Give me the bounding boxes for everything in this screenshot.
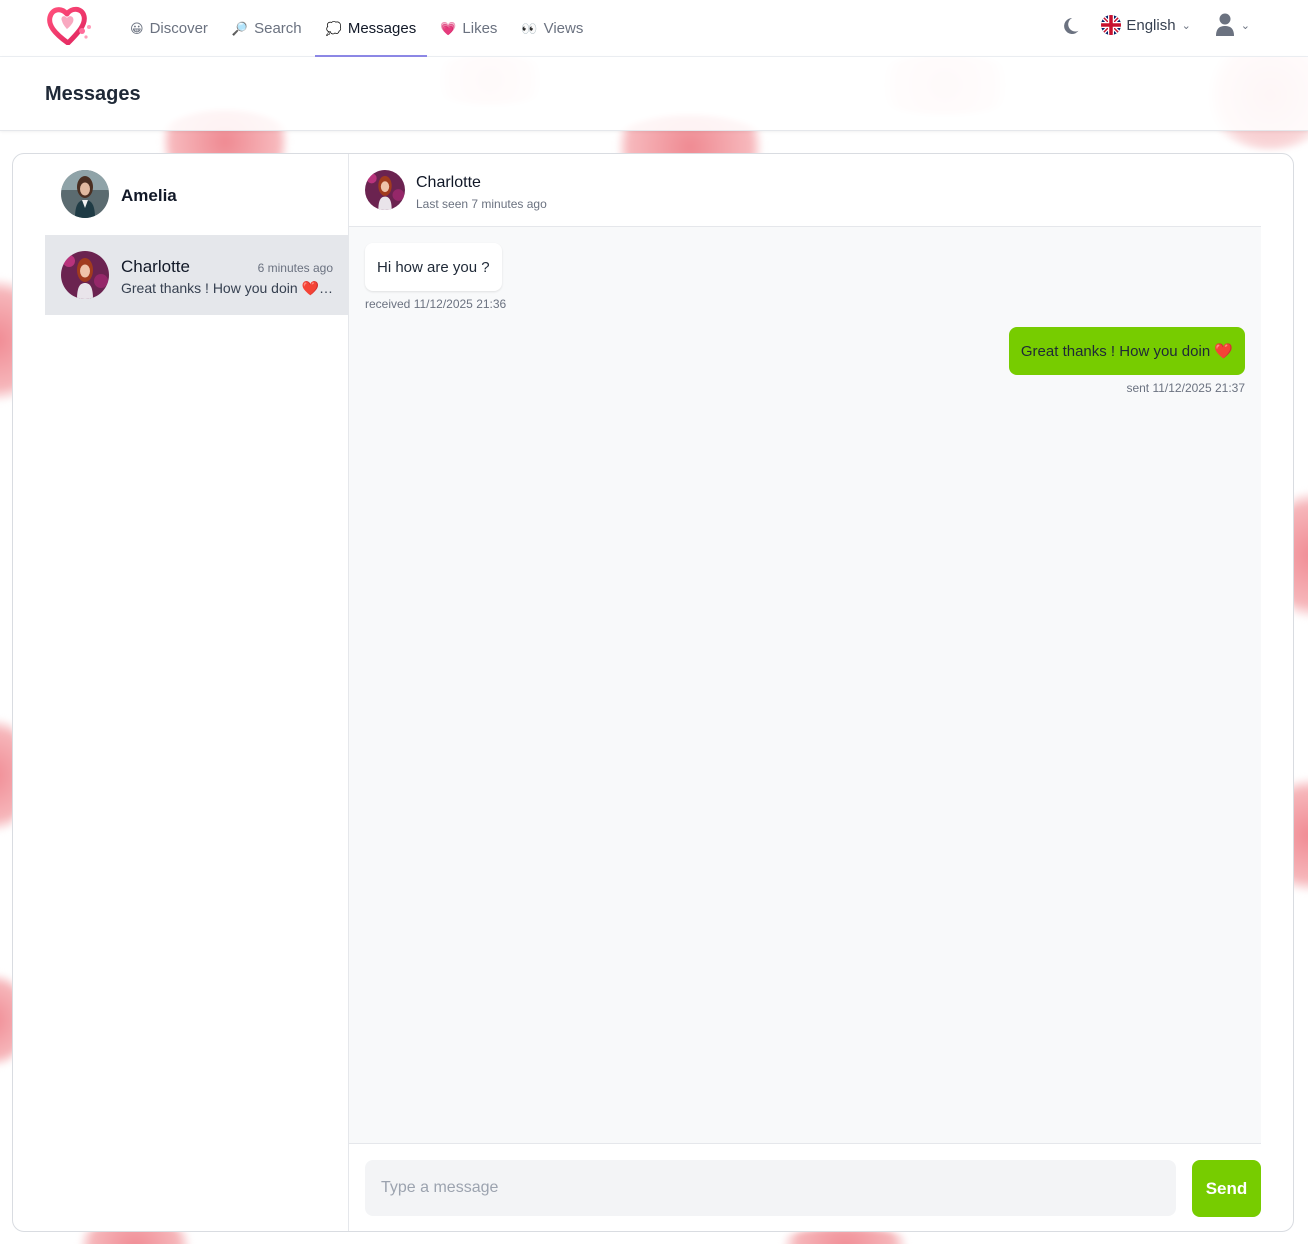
uk-flag-icon	[1101, 15, 1122, 35]
chat-contact-name[interactable]: Charlotte	[416, 174, 481, 192]
main-nav: 😀 Discover 🔎 Search 💭 Messages 💗 Likes 👀…	[130, 0, 596, 57]
chevron-down-icon: ⌄	[1240, 19, 1250, 32]
avatar	[61, 251, 109, 299]
language-selector[interactable]: English ⌄	[1101, 15, 1191, 35]
heart-logo-icon[interactable]	[46, 5, 94, 45]
messages-panel: Amelia Charlotte 6 minutes ago Great tha…	[12, 153, 1294, 1232]
user-icon	[1215, 13, 1234, 36]
nav-search[interactable]: 🔎 Search	[221, 0, 313, 57]
conversation-preview: Great thanks ! How you doin ❤️ ...	[121, 280, 333, 296]
send-button[interactable]: Send	[1192, 1160, 1261, 1217]
chat-window: Charlotte Last seen 7 minutes ago Hi how…	[349, 154, 1261, 1231]
sent-message: Great thanks ! How you doin ❤️	[1008, 327, 1245, 375]
conversation-item-amelia[interactable]: Amelia	[45, 154, 349, 234]
nav-search-label: Search	[254, 20, 302, 37]
magnifier-icon: 🔎	[231, 20, 249, 36]
conversation-list: Amelia Charlotte 6 minutes ago Great tha…	[13, 154, 349, 1231]
language-label: English	[1126, 16, 1176, 34]
nav-discover[interactable]: 😀 Discover	[130, 0, 219, 57]
top-navbar: 😀 Discover 🔎 Search 💭 Messages 💗 Likes 👀…	[0, 0, 1308, 57]
smiley-icon: 😀	[130, 20, 144, 36]
conversation-name: Amelia	[121, 186, 177, 205]
last-seen-status: Last seen 7 minutes ago	[416, 197, 547, 211]
eyes-icon: 👀	[521, 20, 538, 36]
message-thread: Hi how are you ? received 11/12/2025 21:…	[349, 227, 1261, 1143]
avatar	[61, 170, 109, 218]
conversation-item-charlotte[interactable]: Charlotte 6 minutes ago Great thanks ! H…	[45, 235, 349, 315]
nav-likes[interactable]: 💗 Likes	[429, 0, 508, 57]
conversation-name: Charlotte	[121, 257, 190, 276]
nav-views-label: Views	[543, 20, 584, 37]
user-menu[interactable]: ⌄	[1215, 13, 1250, 37]
nav-messages[interactable]: 💭 Messages	[314, 0, 428, 57]
message-input[interactable]	[365, 1160, 1176, 1216]
received-message: Hi how are you ?	[365, 243, 502, 291]
message-meta: received 11/12/2025 21:36	[365, 297, 507, 311]
nav-views[interactable]: 👀 Views	[510, 0, 594, 57]
conversation-time: 6 minutes ago	[257, 261, 333, 275]
heart-icon: 💗	[440, 20, 457, 36]
message-meta: sent 11/12/2025 21:37	[1126, 381, 1245, 395]
moon-icon[interactable]	[1062, 15, 1082, 35]
nav-discover-label: Discover	[149, 20, 208, 37]
page-header: Messages	[0, 57, 1308, 131]
page-title: Messages	[45, 83, 141, 105]
chevron-down-icon: ⌄	[1181, 19, 1191, 32]
chat-header: Charlotte Last seen 7 minutes ago	[349, 154, 1261, 227]
nav-right-controls: English ⌄ ⌄	[1062, 0, 1308, 50]
nav-messages-label: Messages	[347, 20, 417, 37]
avatar[interactable]	[365, 170, 405, 210]
message-composer: Send	[349, 1143, 1261, 1231]
thought-bubble-icon: 💭	[325, 20, 342, 36]
nav-likes-label: Likes	[462, 20, 498, 37]
